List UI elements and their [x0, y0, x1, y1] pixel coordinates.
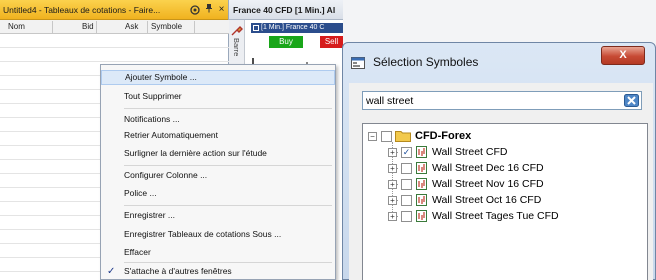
menu-item-tout-supprimer[interactable]: Tout Supprimer	[101, 89, 335, 104]
menu-item-notifications[interactable]: Notifications ...	[101, 112, 335, 127]
tree-item[interactable]: + ✓ Wall Street CFD	[363, 144, 643, 160]
tree-item-label: Wall Street Tages Tue CFD	[432, 210, 559, 222]
tree-item-label: Wall Street Oct 16 CFD	[432, 194, 542, 206]
clear-search-icon[interactable]	[624, 94, 639, 107]
menu-item-police[interactable]: Police ...	[101, 186, 335, 201]
menu-item-configurer-colonne[interactable]: Configurer Colonne ...	[101, 168, 335, 183]
menu-item-enregistrer-sous[interactable]: Enregistrer Tableaux de cotations Sous .…	[101, 227, 335, 242]
tree-item-label: Wall Street Nov 16 CFD	[432, 178, 544, 190]
check-icon: ✓	[107, 266, 116, 277]
chart-sidebar-label: Barre	[232, 38, 241, 57]
tree-item[interactable]: + Wall Street Tages Tue CFD	[363, 208, 643, 224]
tree-item[interactable]: + Wall Street Nov 16 CFD	[363, 176, 643, 192]
expand-icon[interactable]: +	[388, 196, 397, 205]
tree-item-label: Wall Street CFD	[432, 146, 508, 158]
menu-item-attache[interactable]: ✓ S'attache à d'autres fenêtres	[101, 264, 335, 279]
buy-button[interactable]: Buy	[269, 36, 303, 48]
chart-toolbar: Barre	[229, 20, 245, 64]
settings-icon[interactable]	[188, 4, 202, 15]
dialog-title: Sélection Symboles	[373, 55, 479, 69]
item-checkbox[interactable]	[401, 163, 412, 174]
menu-item-enregistrer[interactable]: Enregistrer ...	[101, 208, 335, 223]
chart-info-label: [1 Min.] France 40 C	[261, 24, 325, 31]
quotes-title-bar[interactable]: Untitled4 - Tableaux de cotations - Fair…	[0, 0, 228, 20]
collapse-root-icon[interactable]: −	[368, 132, 377, 141]
column-nom[interactable]: Nom	[8, 22, 25, 31]
pin-icon[interactable]	[202, 3, 215, 16]
column-ask[interactable]: Ask	[125, 22, 138, 31]
tree-root-cfd-forex[interactable]: − CFD-Forex	[363, 128, 643, 144]
column-symbole[interactable]: Symbole	[151, 22, 182, 31]
expand-icon[interactable]: +	[388, 164, 397, 173]
close-icon[interactable]: ×	[215, 4, 228, 15]
dialog-body: wall street − CFD-Forex + ✓ Wall Street …	[349, 83, 653, 280]
search-value: wall street	[366, 95, 414, 107]
expand-icon[interactable]: +	[388, 148, 397, 157]
item-checkbox[interactable]	[401, 195, 412, 206]
root-checkbox[interactable]	[381, 131, 392, 142]
tree-item[interactable]: + Wall Street Oct 16 CFD	[363, 192, 643, 208]
menu-item-ajouter-symbole[interactable]: Ajouter Symbole ...	[101, 70, 335, 85]
symbol-tree: − CFD-Forex + ✓ Wall Street CFD + Wall S…	[362, 123, 648, 280]
close-button[interactable]: X	[601, 46, 645, 65]
tree-item[interactable]: + Wall Street Dec 16 CFD	[363, 160, 643, 176]
item-checkbox-checked[interactable]: ✓	[401, 147, 412, 158]
symbol-chart-icon	[416, 210, 427, 227]
menu-item-retrier[interactable]: Retrier Automatiquement	[101, 128, 335, 143]
collapse-icon[interactable]	[253, 25, 259, 31]
quotes-title: Untitled4 - Tableaux de cotations - Fair…	[3, 4, 161, 15]
expand-icon[interactable]: +	[388, 180, 397, 189]
quotes-column-header: Nom Bid Ask Symbole	[0, 20, 229, 34]
tools-icon[interactable]	[231, 23, 243, 36]
window-icon	[351, 56, 365, 69]
expand-icon[interactable]: +	[388, 212, 397, 221]
chart-info-bar[interactable]: [1 Min.] France 40 C	[251, 23, 343, 33]
menu-item-surligner[interactable]: Surligner la dernière action sur l'étude	[101, 146, 335, 161]
tree-root-label: CFD-Forex	[415, 130, 472, 142]
context-menu: Ajouter Symbole ... Tout Supprimer Notif…	[100, 64, 336, 280]
desktop: Untitled4 - Tableaux de cotations - Fair…	[0, 0, 656, 280]
symbol-selection-dialog: Sélection Symboles X wall street − CFD-F…	[342, 42, 656, 280]
item-checkbox[interactable]	[401, 179, 412, 190]
tree-item-label: Wall Street Dec 16 CFD	[432, 162, 544, 174]
menu-item-attache-label: S'attache à d'autres fenêtres	[124, 266, 232, 276]
sell-button[interactable]: Sell	[320, 36, 343, 48]
menu-item-effacer[interactable]: Effacer	[101, 245, 335, 260]
search-input[interactable]: wall street	[362, 91, 642, 110]
item-checkbox[interactable]	[401, 211, 412, 222]
chart-title[interactable]: France 40 CFD [1 Min.] Al	[229, 0, 343, 20]
column-bid[interactable]: Bid	[82, 22, 94, 31]
